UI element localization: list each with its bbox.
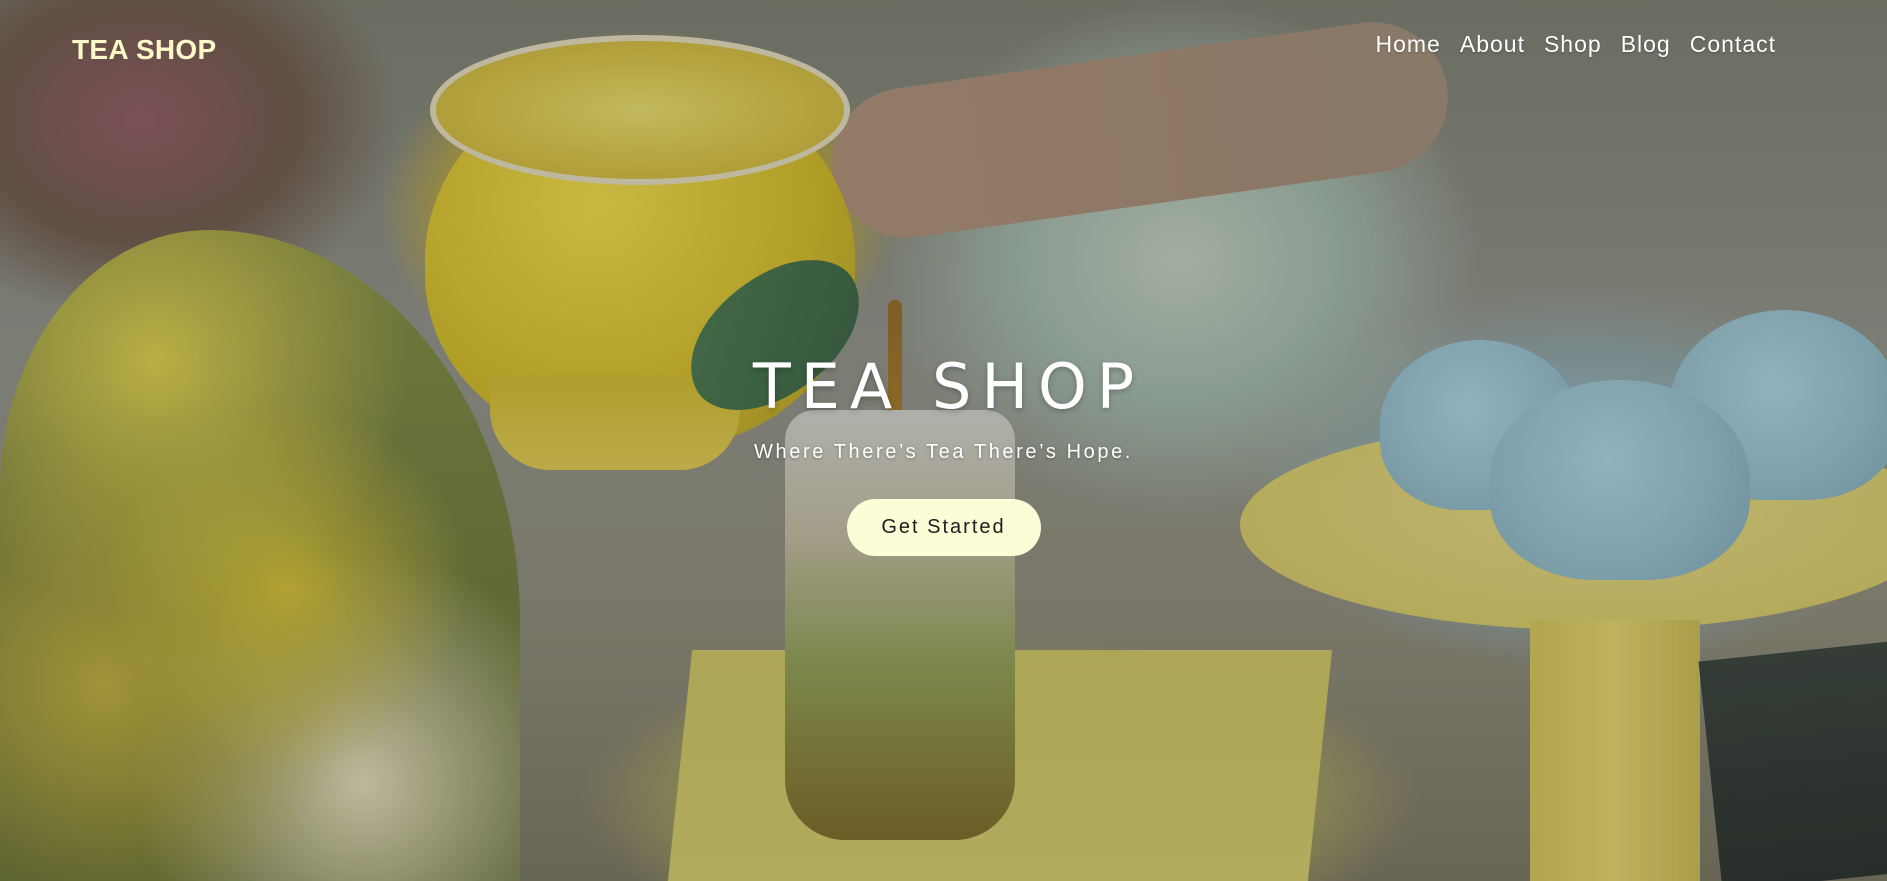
nav-shop-link[interactable]: Shop: [1544, 31, 1602, 58]
nav-blog-link[interactable]: Blog: [1621, 31, 1671, 58]
hero-tagline: Where There’s Tea There’s Hope.: [754, 441, 1133, 463]
hero-content: TEA SHOP Where There’s Tea There’s Hope.…: [0, 350, 1887, 556]
hero-section: TEA SHOP Home About Shop Blog Contact TE…: [0, 0, 1887, 881]
nav-home-link[interactable]: Home: [1376, 31, 1441, 58]
main-nav: Home About Shop Blog Contact: [1357, 31, 1777, 58]
nav-contact-link[interactable]: Contact: [1690, 31, 1776, 58]
hero-title: TEA SHOP: [752, 350, 1145, 423]
get-started-button[interactable]: Get Started: [846, 499, 1041, 556]
nav-about-link[interactable]: About: [1460, 31, 1525, 58]
site-logo[interactable]: TEA SHOP: [72, 34, 217, 66]
